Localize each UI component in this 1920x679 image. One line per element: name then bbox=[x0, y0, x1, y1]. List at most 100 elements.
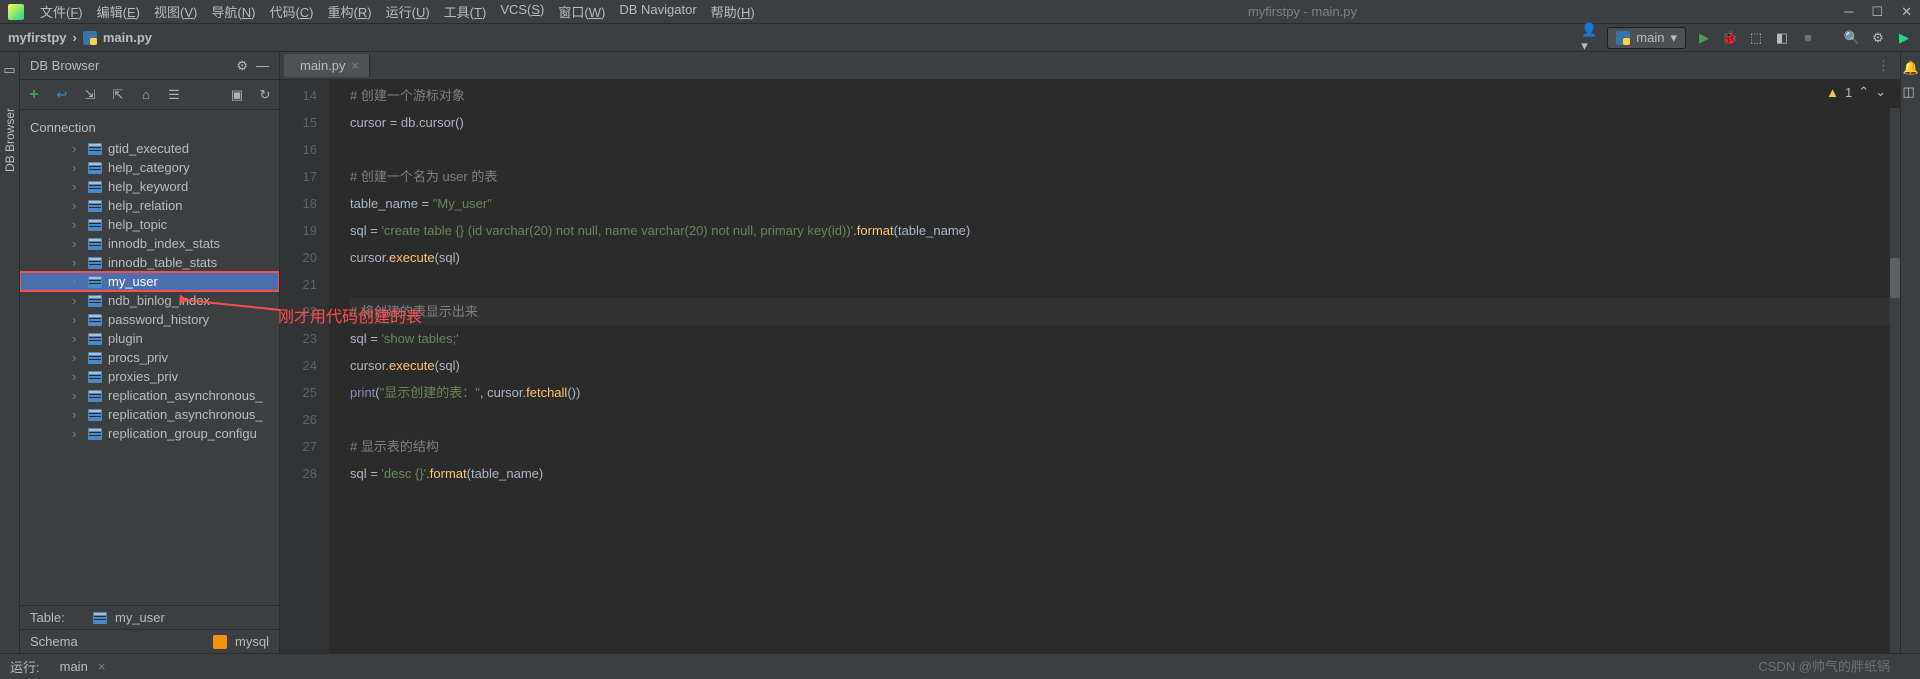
tree-item[interactable]: ›help_topic bbox=[20, 215, 279, 234]
tree-item[interactable]: ›replication_group_configu bbox=[20, 424, 279, 443]
chevron-right-icon[interactable]: › bbox=[72, 255, 84, 270]
chevron-right-icon[interactable]: › bbox=[72, 331, 84, 346]
search-icon[interactable]: 🔍 bbox=[1844, 30, 1860, 46]
table-icon bbox=[88, 352, 102, 364]
gear-icon[interactable]: ⚙ bbox=[236, 58, 248, 74]
chevron-right-icon[interactable]: › bbox=[72, 350, 84, 365]
tree-item-label: password_history bbox=[108, 312, 209, 327]
console-icon[interactable]: ▣ bbox=[229, 87, 245, 103]
titlebar: 文件(F)编辑(E)视图(V)导航(N)代码(C)重构(R)运行(U)工具(T)… bbox=[0, 0, 1920, 24]
breadcrumb-project[interactable]: myfirstpy bbox=[8, 30, 67, 45]
tree-item-label: replication_asynchronous_ bbox=[108, 388, 263, 403]
run-anything-icon[interactable]: ▶ bbox=[1896, 30, 1912, 46]
table-icon bbox=[93, 612, 107, 624]
tree-item[interactable]: ›help_category bbox=[20, 158, 279, 177]
tree-item[interactable]: ›replication_asynchronous_ bbox=[20, 405, 279, 424]
chevron-right-icon[interactable]: › bbox=[72, 407, 84, 422]
chevron-right-icon[interactable]: › bbox=[72, 198, 84, 213]
chevron-right-icon[interactable]: › bbox=[72, 141, 84, 156]
chevron-right-icon[interactable]: › bbox=[72, 312, 84, 327]
statusbar: 运行: main × CSDN @帅气的胖纸锅 bbox=[0, 653, 1920, 679]
tree-item[interactable]: ›my_user bbox=[20, 272, 279, 291]
minimize-icon[interactable]: ─ bbox=[1844, 4, 1853, 20]
refresh-connection-icon[interactable]: ↻ bbox=[257, 87, 273, 103]
table-value: my_user bbox=[115, 610, 165, 625]
stop-icon[interactable]: ■ bbox=[1800, 30, 1816, 46]
chevron-right-icon[interactable]: › bbox=[72, 388, 84, 403]
tree-item[interactable]: ›innodb_table_stats bbox=[20, 253, 279, 272]
run-config-selector[interactable]: main ▾ bbox=[1607, 27, 1686, 49]
tree-item[interactable]: ›procs_priv bbox=[20, 348, 279, 367]
run-toolwindow-label[interactable]: 运行: bbox=[10, 657, 40, 676]
debug-icon[interactable]: 🐞 bbox=[1722, 30, 1738, 46]
chevron-right-icon[interactable]: › bbox=[72, 293, 84, 308]
profile-icon[interactable]: ◧ bbox=[1774, 30, 1790, 46]
chevron-right-icon[interactable]: › bbox=[72, 217, 84, 232]
menu-item[interactable]: VCS(S) bbox=[494, 0, 550, 23]
notifications-icon[interactable]: 🔔 bbox=[1903, 60, 1919, 76]
tree-icon[interactable]: ⌂ bbox=[138, 87, 154, 103]
add-connection-icon[interactable]: + bbox=[26, 87, 42, 103]
tree-item[interactable]: ›help_keyword bbox=[20, 177, 279, 196]
db-tree[interactable]: Connection ›gtid_executed›help_category›… bbox=[20, 110, 279, 605]
tree-item-label: plugin bbox=[108, 331, 143, 346]
tree-item[interactable]: ›ndb_binlog_index bbox=[20, 291, 279, 310]
collapse-icon[interactable]: ⇱ bbox=[110, 87, 126, 103]
chevron-right-icon[interactable]: › bbox=[72, 274, 84, 289]
menu-item[interactable]: 运行(U) bbox=[380, 0, 436, 23]
close-run-icon[interactable]: × bbox=[98, 659, 106, 674]
sidebar-title: DB Browser bbox=[30, 58, 236, 73]
menu-item[interactable]: 导航(N) bbox=[205, 0, 261, 23]
project-tool-icon[interactable]: ▭ bbox=[3, 62, 15, 78]
chevron-right-icon[interactable]: › bbox=[72, 369, 84, 384]
chevron-right-icon[interactable]: › bbox=[72, 236, 84, 251]
menu-item[interactable]: 视图(V) bbox=[148, 0, 203, 23]
pycharm-logo-icon bbox=[8, 4, 24, 20]
tree-item[interactable]: › plugin bbox=[20, 329, 279, 348]
code-content[interactable]: # 创建一个游标对象cursor = db.cursor() # 创建一个名为 … bbox=[330, 80, 1900, 653]
tree-item[interactable]: › replication_asynchronous_ bbox=[20, 386, 279, 405]
tree-item[interactable]: ›proxies_priv bbox=[20, 367, 279, 386]
tab-menu-icon[interactable]: ⋮ bbox=[1877, 58, 1900, 74]
tree-item[interactable]: ›innodb_index_stats bbox=[20, 234, 279, 253]
menu-item[interactable]: DB Navigator bbox=[613, 0, 702, 23]
menu-item[interactable]: 窗口(W) bbox=[552, 0, 611, 23]
window-title: myfirstpy - main.py bbox=[761, 4, 1844, 19]
chevron-right-icon[interactable]: › bbox=[72, 179, 84, 194]
back-icon[interactable]: ↩ bbox=[54, 87, 70, 103]
menu-item[interactable]: 工具(T) bbox=[438, 0, 493, 23]
tree-item[interactable]: ›gtid_executed bbox=[20, 139, 279, 158]
db-browser-tab[interactable]: DB Browser bbox=[3, 108, 17, 172]
tree-item[interactable]: ›help_relation bbox=[20, 196, 279, 215]
coverage-icon[interactable]: ⬚ bbox=[1748, 30, 1764, 46]
breadcrumb-file[interactable]: main.py bbox=[103, 30, 152, 45]
menu-item[interactable]: 重构(R) bbox=[322, 0, 378, 23]
add-user-icon[interactable]: 👤▾ bbox=[1581, 30, 1597, 46]
maximize-icon[interactable]: ☐ bbox=[1871, 4, 1883, 20]
run-icon[interactable]: ▶ bbox=[1696, 30, 1712, 46]
code-area[interactable]: 141516171819202122232425262728 # 创建一个游标对… bbox=[280, 80, 1900, 653]
breadcrumb[interactable]: myfirstpy › main.py bbox=[8, 30, 152, 45]
expand-icon[interactable]: ⇲ bbox=[82, 87, 98, 103]
database-tool-icon[interactable]: ◫ bbox=[1903, 84, 1919, 100]
filter-icon[interactable]: ☰ bbox=[166, 87, 182, 103]
editor-tab-main[interactable]: main.py × bbox=[284, 54, 370, 77]
menu-item[interactable]: 帮助(H) bbox=[705, 0, 761, 23]
editor-scrollbar[interactable] bbox=[1890, 108, 1900, 653]
table-icon bbox=[88, 181, 102, 193]
run-config-name: main bbox=[1636, 30, 1664, 45]
menu-item[interactable]: 文件(F) bbox=[34, 0, 89, 23]
settings-icon[interactable]: ⚙ bbox=[1870, 30, 1886, 46]
menu-item[interactable]: 编辑(E) bbox=[91, 0, 146, 23]
close-tab-icon[interactable]: × bbox=[352, 58, 360, 73]
scrollbar-thumb[interactable] bbox=[1890, 258, 1900, 298]
tree-item[interactable]: › password_history bbox=[20, 310, 279, 329]
run-target[interactable]: main bbox=[60, 659, 88, 674]
close-icon[interactable]: ✕ bbox=[1901, 4, 1912, 20]
table-icon bbox=[88, 200, 102, 212]
chevron-right-icon[interactable]: › bbox=[72, 426, 84, 441]
table-icon bbox=[88, 428, 102, 440]
chevron-right-icon[interactable]: › bbox=[72, 160, 84, 175]
menu-item[interactable]: 代码(C) bbox=[263, 0, 319, 23]
hide-icon[interactable]: — bbox=[256, 58, 269, 73]
